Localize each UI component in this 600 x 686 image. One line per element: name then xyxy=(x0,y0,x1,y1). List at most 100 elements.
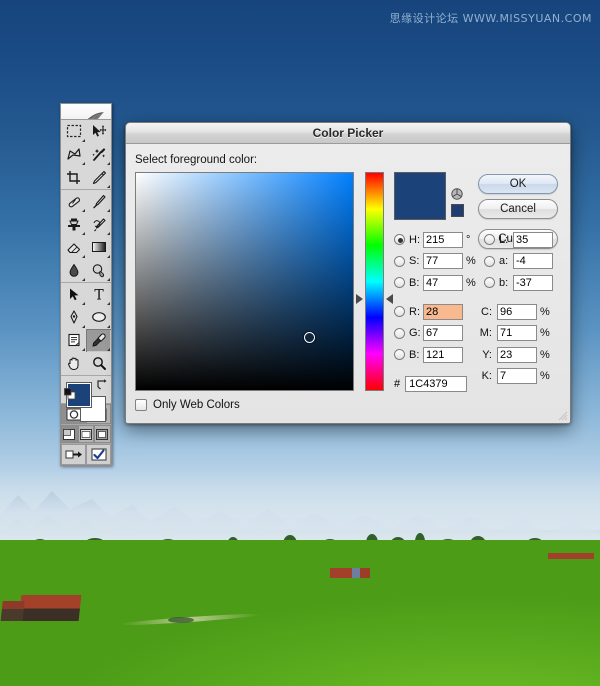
hue-slider-arrow-left[interactable] xyxy=(356,294,363,304)
lab-row-l[interactable]: L: xyxy=(484,230,553,249)
cmyk-row-m[interactable]: M: % xyxy=(478,324,550,343)
eyedropper-tool[interactable] xyxy=(86,328,111,352)
web-safe-color-chip[interactable] xyxy=(451,204,464,217)
rgb-row-b[interactable]: B: xyxy=(394,345,463,364)
move-tool[interactable] xyxy=(86,119,111,143)
brush-tool[interactable] xyxy=(86,189,111,213)
cmyk-row-c[interactable]: C: % xyxy=(478,302,550,321)
rgb-field-group: R: G: B: xyxy=(394,302,463,367)
marquee-tool[interactable] xyxy=(61,119,86,143)
imageready-check[interactable] xyxy=(86,444,111,465)
lab-row-b[interactable]: b: xyxy=(484,273,553,292)
lab-row-a[interactable]: a: xyxy=(484,252,553,271)
only-web-colors-checkbox[interactable] xyxy=(135,399,147,411)
pen-icon xyxy=(69,310,78,324)
blur-tool[interactable] xyxy=(61,258,86,282)
type-tool[interactable]: T xyxy=(86,282,111,306)
tool-expand-triangle xyxy=(79,347,85,351)
zoom-tool[interactable] xyxy=(86,351,111,375)
jump-to-imageready[interactable] xyxy=(61,444,86,465)
dialog-titlebar[interactable]: Color Picker xyxy=(126,123,570,144)
full-screen-menubar-mode[interactable] xyxy=(77,425,95,443)
hex-input[interactable] xyxy=(405,376,468,392)
hsb-row-b[interactable]: B: % xyxy=(394,273,476,292)
lab-radio-a[interactable] xyxy=(484,255,495,267)
foreground-barn xyxy=(18,595,82,621)
full-screen-mode[interactable] xyxy=(94,425,111,443)
swap-colors-icon[interactable] xyxy=(96,378,108,390)
svg-text:T: T xyxy=(94,287,104,302)
rgb-row-r[interactable]: R: xyxy=(394,302,463,321)
photoshop-toolbar[interactable]: T xyxy=(60,103,112,466)
hue-slider-arrow-right[interactable] xyxy=(386,294,393,304)
rgb-input-g[interactable] xyxy=(423,325,463,341)
dodge-tool[interactable] xyxy=(86,258,111,282)
hsb-input-b[interactable] xyxy=(423,274,463,291)
rgb-radio-r[interactable] xyxy=(394,306,405,317)
hex-field-row[interactable]: # xyxy=(394,376,468,392)
jump-to-group[interactable] xyxy=(61,444,111,465)
clone-stamp-tool[interactable] xyxy=(61,212,86,236)
ok-button[interactable]: OK xyxy=(478,174,558,194)
lab-input-a[interactable] xyxy=(513,253,553,269)
clone-stamp-icon xyxy=(67,218,80,231)
slice-tool[interactable] xyxy=(86,165,111,189)
cmyk-input-m[interactable] xyxy=(497,325,537,341)
cmyk-row-y[interactable]: Y: % xyxy=(478,345,550,364)
cmyk-input-y[interactable] xyxy=(497,346,537,363)
lasso-tool[interactable] xyxy=(61,142,86,166)
hue-strip[interactable] xyxy=(365,172,384,391)
tool-expand-triangle xyxy=(104,208,110,212)
hsb-row-s[interactable]: S: % xyxy=(394,252,476,271)
cmyk-row-k[interactable]: K: % xyxy=(478,367,550,386)
rgb-radio-g[interactable] xyxy=(394,327,405,339)
path-arrow-icon xyxy=(69,288,78,300)
cmyk-input-k[interactable] xyxy=(497,368,537,384)
web-safe-cube-icon[interactable] xyxy=(451,188,463,200)
color-field-marker[interactable] xyxy=(304,332,315,343)
hue-slider[interactable] xyxy=(356,172,393,391)
cmyk-unit-m: % xyxy=(540,327,550,339)
hsb-radio-h[interactable] xyxy=(394,234,405,245)
resize-grip-icon[interactable] xyxy=(556,409,568,421)
pen-tool[interactable] xyxy=(61,305,86,329)
hsb-radio-b[interactable] xyxy=(394,277,405,288)
cmyk-input-c[interactable] xyxy=(497,303,537,320)
crop-tool[interactable] xyxy=(61,165,86,189)
eraser-tool[interactable] xyxy=(61,235,86,259)
lab-radio-b[interactable] xyxy=(484,277,495,288)
notes-icon xyxy=(67,333,80,346)
healing-brush-tool[interactable] xyxy=(61,189,86,213)
notes-tool[interactable] xyxy=(61,328,86,352)
shape-tool[interactable] xyxy=(86,305,111,329)
feather-logo-icon xyxy=(88,112,104,119)
magic-wand-tool[interactable] xyxy=(86,142,111,166)
tool-expand-triangle xyxy=(104,231,110,235)
rgb-input-r[interactable] xyxy=(423,303,463,320)
hsb-radio-s[interactable] xyxy=(394,255,405,267)
gradient-tool[interactable] xyxy=(86,235,111,259)
default-colors-icon[interactable] xyxy=(64,388,76,400)
toolbar-color-swatches[interactable] xyxy=(61,375,111,422)
path-selection-tool[interactable] xyxy=(61,282,86,306)
tool-expand-triangle xyxy=(104,277,110,281)
rgb-radio-b[interactable] xyxy=(394,349,405,360)
history-brush-tool[interactable] xyxy=(86,212,111,236)
only-web-colors-row[interactable]: Only Web Colors xyxy=(135,399,240,411)
hsb-row-h[interactable]: H: ° xyxy=(394,230,476,249)
lab-input-b[interactable] xyxy=(513,274,553,291)
standard-screen-mode[interactable] xyxy=(61,425,78,443)
screen-mode-group[interactable] xyxy=(61,425,111,444)
lab-input-l[interactable] xyxy=(513,231,553,248)
hsb-input-h[interactable] xyxy=(423,231,463,248)
rgb-row-g[interactable]: G: xyxy=(394,324,463,343)
hsb-input-s[interactable] xyxy=(423,253,463,269)
type-t-icon: T xyxy=(94,287,104,302)
hand-tool[interactable] xyxy=(61,351,86,375)
rgb-input-b[interactable] xyxy=(423,346,463,363)
jump-arrow-icon xyxy=(65,450,82,459)
cancel-button[interactable]: Cancel xyxy=(478,199,558,219)
lab-radio-l[interactable] xyxy=(484,234,495,245)
saturation-brightness-field[interactable] xyxy=(135,172,354,391)
color-picker-dialog[interactable]: Color Picker Select foreground color: OK… xyxy=(125,122,571,424)
